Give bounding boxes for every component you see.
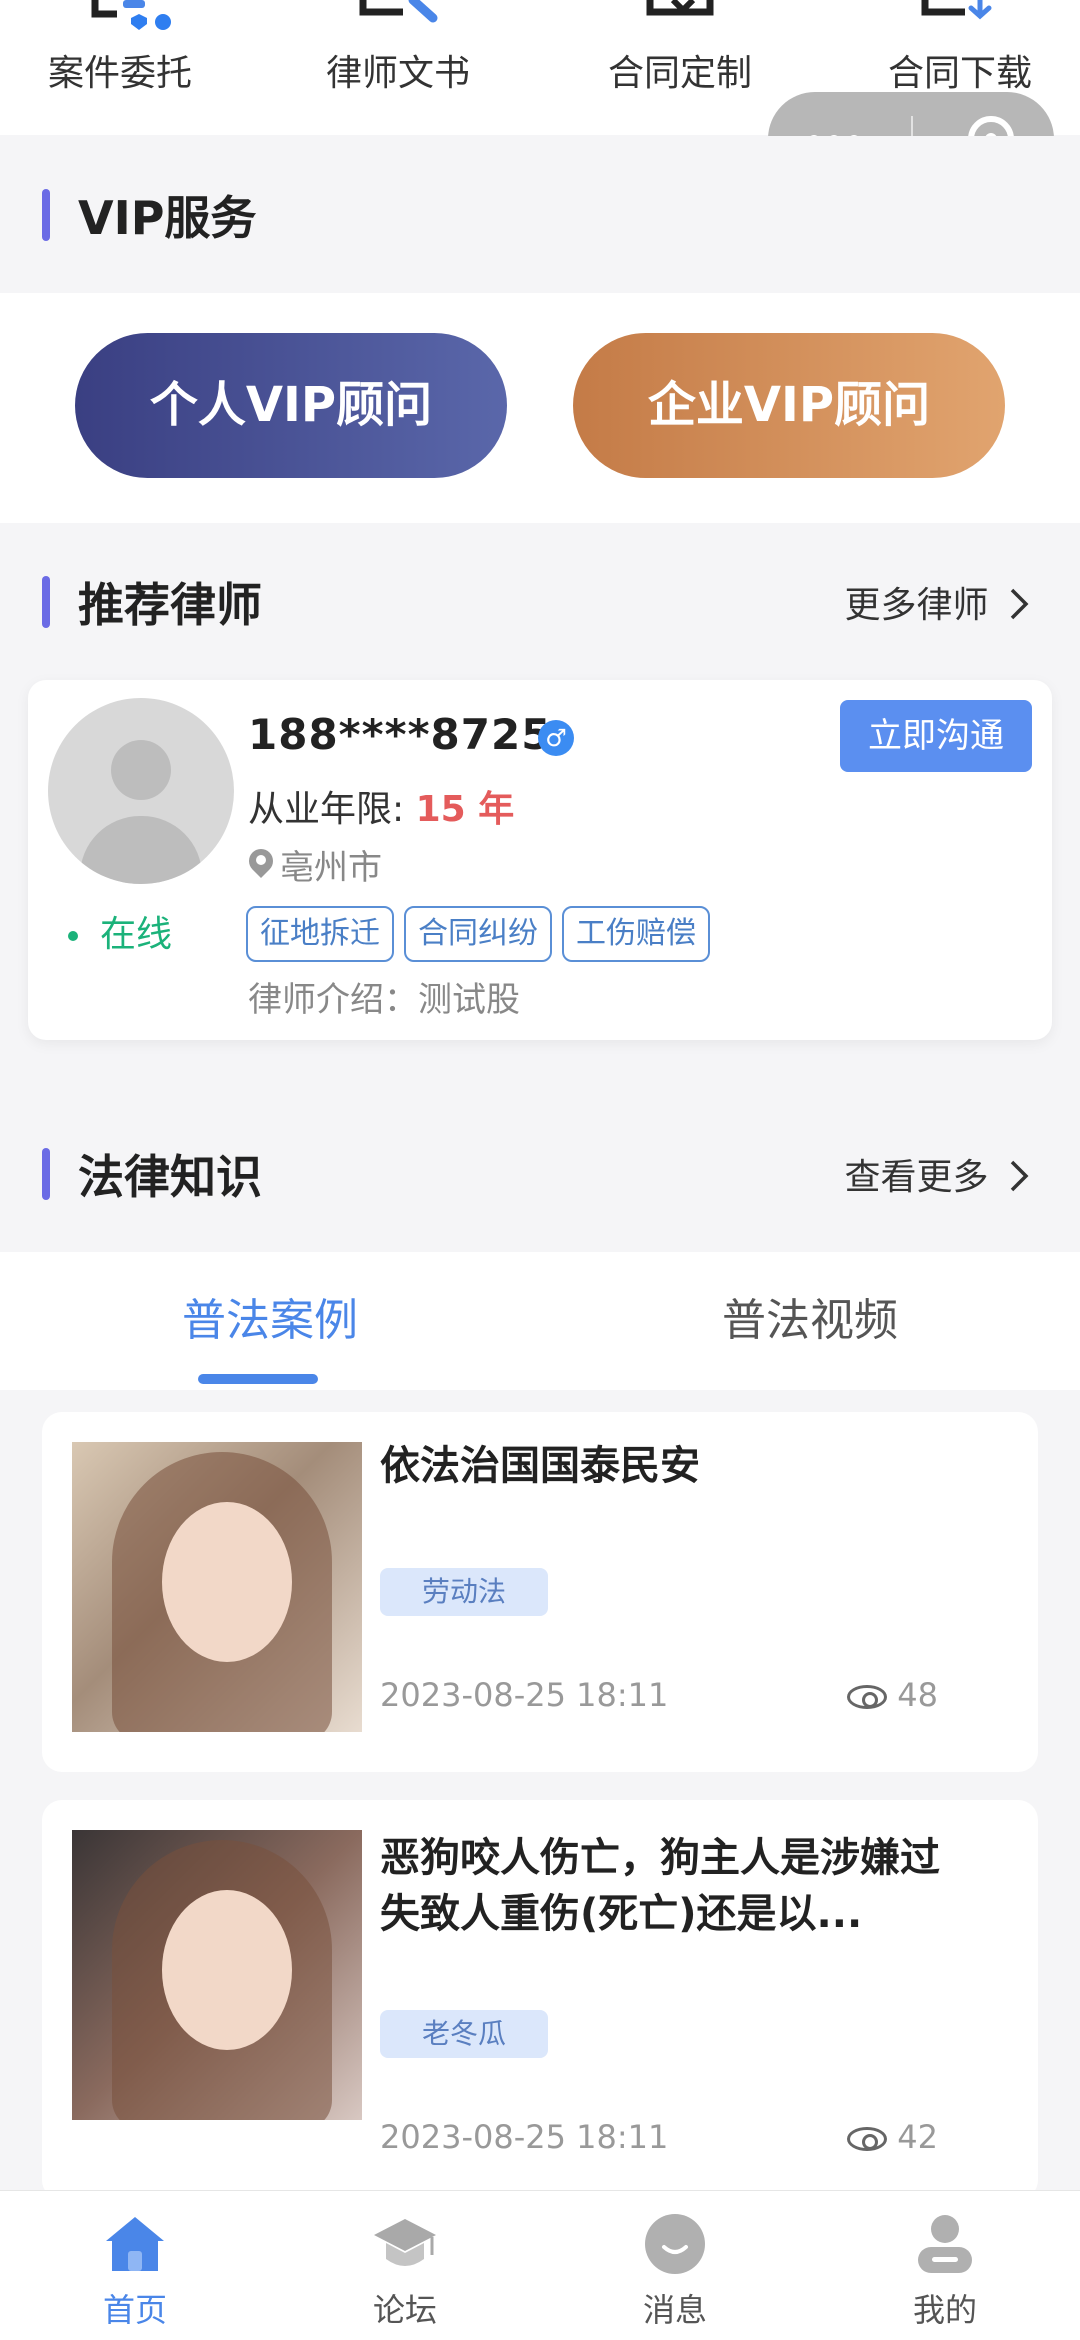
view-more-link[interactable]: 查看更多 — [845, 1148, 1030, 1200]
profile-icon — [912, 2211, 978, 2277]
article-thumbnail — [72, 1830, 362, 2120]
case-entrust-icon — [65, 0, 175, 30]
article-card[interactable]: 恶狗咬人伤亡，狗主人是涉嫌过失致人重伤(死亡)还是以... 老冬瓜 2023-0… — [42, 1800, 1038, 2200]
article-thumbnail — [72, 1442, 362, 1732]
service-label: 合同定制 — [607, 53, 752, 94]
vip-section-header: VIP服务 — [0, 136, 1080, 293]
article-card[interactable]: 依法治国国泰民安 劳动法 2023-08-25 18:11 48 — [42, 1412, 1038, 1772]
more-lawyers-link[interactable]: 更多律师 — [845, 576, 1030, 628]
lawyer-section-header: 推荐律师 更多律师 — [0, 523, 1080, 680]
vip-panel: 个人VIP顾问 企业VIP顾问 — [0, 293, 1080, 523]
practice-years: 从业年限: 15 年 — [248, 789, 515, 830]
forum-icon — [372, 2211, 438, 2277]
section-marker — [42, 188, 50, 241]
article-title: 依法治国国泰民安 — [380, 1443, 700, 1489]
article-views: 42 — [847, 2118, 938, 2156]
nav-label: 首页 — [102, 2291, 167, 2329]
service-contract-custom[interactable]: 合同定制 — [580, 0, 780, 96]
lawyer-document-icon — [343, 0, 453, 30]
service-label: 案件委托 — [47, 53, 192, 94]
knowledge-tabs: 普法案例 普法视频 — [0, 1252, 1080, 1390]
chevron-right-icon — [1010, 588, 1029, 619]
contract-custom-icon — [625, 0, 735, 30]
article-title: 恶狗咬人伤亡，狗主人是涉嫌过失致人重伤(死亡)还是以... — [380, 1835, 940, 1937]
chat-now-button[interactable]: 立即沟通 — [840, 700, 1032, 772]
nav-label: 消息 — [642, 2291, 707, 2329]
service-case-entrust[interactable]: 案件委托 — [20, 0, 220, 96]
tab-videos[interactable]: 普法视频 — [540, 1252, 1080, 1390]
article-tag: 老冬瓜 — [380, 2010, 548, 2058]
section-marker — [42, 575, 50, 628]
contract-download-icon — [905, 0, 1015, 30]
article-date: 2023-08-25 18:11 — [380, 2118, 669, 2156]
active-tab-indicator — [198, 1374, 318, 1384]
lawyer-intro: 律师介绍：测试股 — [248, 980, 520, 1020]
specialty-tag: 合同纠纷 — [404, 906, 552, 962]
lawyer-card[interactable]: 在线 188****8725 ♂ 从业年限: 15 年 亳州市 征地拆迁 合同纠纷… — [28, 680, 1052, 1040]
nav-label: 论坛 — [372, 2291, 437, 2329]
nav-home[interactable]: 首页 — [0, 2191, 270, 2340]
lawyer-name: 188****8725 — [248, 710, 552, 759]
view-more-label: 查看更多 — [844, 1156, 989, 1198]
online-status: 在线 — [68, 905, 172, 957]
article-tag: 劳动法 — [380, 1568, 548, 1616]
section-title: 法律知识 — [78, 1149, 262, 1204]
knowledge-section-header: 法律知识 查看更多 — [0, 1095, 1080, 1252]
nav-messages[interactable]: 消息 — [540, 2191, 810, 2340]
company-vip-button[interactable]: 企业VIP顾问 — [573, 333, 1005, 478]
section-title: VIP服务 — [78, 190, 257, 245]
service-label: 合同下载 — [887, 53, 1032, 94]
nav-forum[interactable]: 论坛 — [270, 2191, 540, 2340]
article-date: 2023-08-25 18:11 — [380, 1676, 669, 1714]
avatar — [48, 698, 234, 884]
service-label: 律师文书 — [325, 53, 470, 94]
location-pin-icon — [248, 849, 274, 883]
article-views: 48 — [847, 1676, 938, 1714]
service-lawyer-document[interactable]: 律师文书 — [298, 0, 498, 96]
section-title: 推荐律师 — [78, 577, 262, 632]
bottom-nav: 首页 论坛 消息 我的 — [0, 2190, 1080, 2340]
section-marker — [42, 1147, 50, 1200]
specialty-tag: 工伤赔偿 — [562, 906, 710, 962]
lawyer-location: 亳州市 — [248, 840, 382, 889]
message-icon — [642, 2211, 708, 2277]
service-contract-download[interactable]: 合同下载 — [860, 0, 1060, 96]
practice-years-value: 15 年 — [415, 789, 515, 830]
specialty-tag: 征地拆迁 — [246, 906, 394, 962]
more-lawyers-label: 更多律师 — [844, 584, 989, 626]
home-icon — [102, 2211, 168, 2277]
chevron-right-icon — [1010, 1160, 1029, 1191]
nav-profile[interactable]: 我的 — [810, 2191, 1080, 2340]
eye-icon — [847, 1685, 888, 1709]
tab-cases[interactable]: 普法案例 — [0, 1252, 540, 1390]
nav-label: 我的 — [912, 2291, 977, 2329]
eye-icon — [847, 2127, 888, 2151]
personal-vip-button[interactable]: 个人VIP顾问 — [75, 333, 507, 478]
male-gender-icon: ♂ — [538, 720, 574, 756]
specialty-tags: 征地拆迁 合同纠纷 工伤赔偿 — [246, 906, 720, 962]
